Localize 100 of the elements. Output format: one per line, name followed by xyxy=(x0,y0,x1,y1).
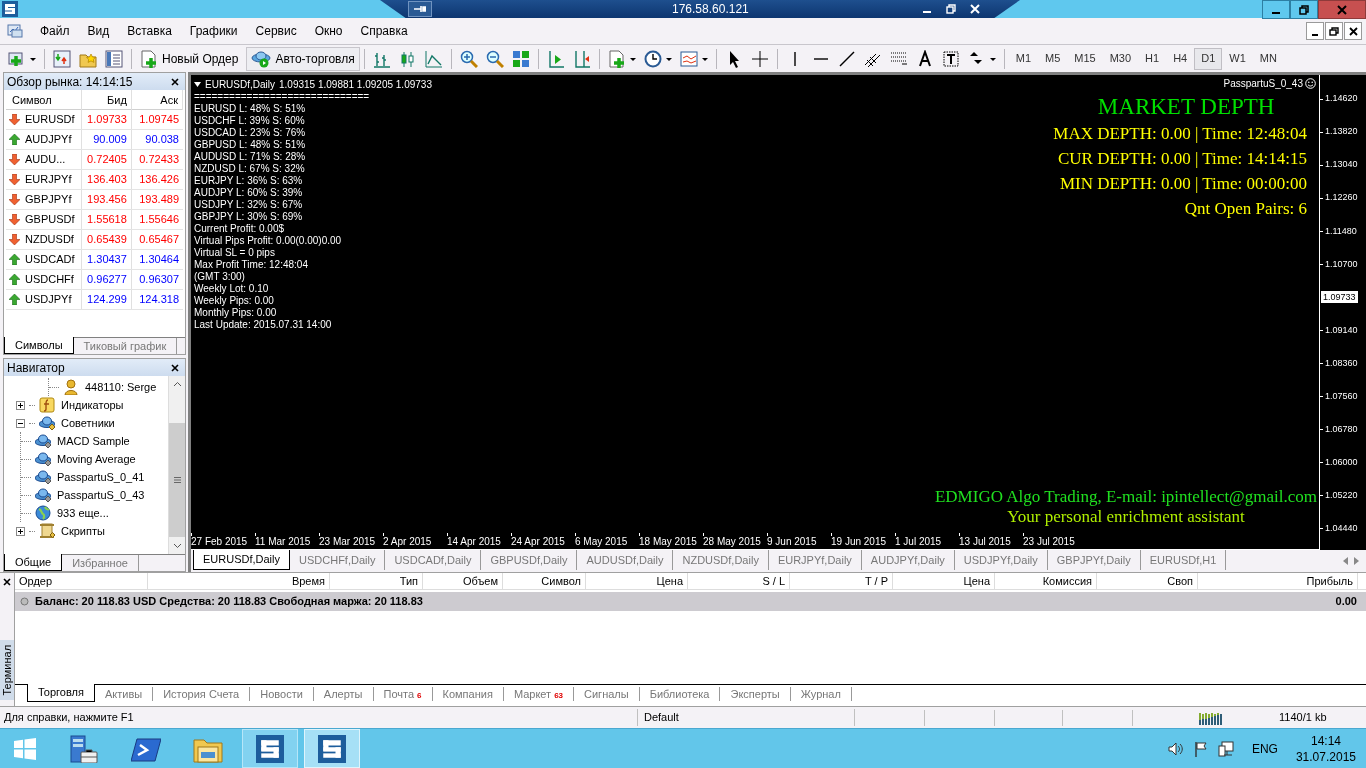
minimize-button[interactable] xyxy=(1306,22,1324,40)
auto-scroll-icon[interactable] xyxy=(546,49,565,68)
chart-tab[interactable]: AUDJPYf,Daily xyxy=(861,550,955,570)
timeframe-button[interactable]: M30 xyxy=(1102,47,1139,70)
symbol-name[interactable]: GBPUSDf xyxy=(25,211,75,228)
tree-item[interactable]: Советники xyxy=(61,414,115,432)
candlestick-icon[interactable] xyxy=(398,49,417,68)
zoom-out-icon[interactable] xyxy=(485,49,504,68)
terminal-tab[interactable]: Алерты xyxy=(313,687,374,701)
line-chart-icon[interactable] xyxy=(424,49,443,68)
crosshair-icon[interactable] xyxy=(750,49,769,68)
column-header[interactable]: Комиссия xyxy=(995,573,1097,590)
menu-item[interactable]: Вставка xyxy=(118,22,181,40)
tree-item[interactable]: PasspartuS_0_41 xyxy=(57,468,145,486)
column-header[interactable]: Прибыль xyxy=(1198,573,1358,590)
tree-item[interactable]: 933 еще... xyxy=(57,504,109,522)
column-header[interactable]: Бид xyxy=(81,90,132,110)
language-indicator[interactable]: ENG xyxy=(1251,739,1278,758)
terminal-tab[interactable]: Торговля xyxy=(27,684,95,702)
taskbar-app[interactable] xyxy=(242,729,298,768)
taskbar-app[interactable] xyxy=(304,729,360,768)
smiley-icon[interactable] xyxy=(1305,78,1316,89)
timeframe-button[interactable]: D1 xyxy=(1194,47,1223,70)
timeframe-button[interactable]: M15 xyxy=(1067,47,1103,70)
symbol-name[interactable]: USDCADf xyxy=(25,251,75,268)
flag-icon[interactable] xyxy=(1193,740,1208,757)
dropdown-icon[interactable] xyxy=(194,82,201,87)
balance-row[interactable]: Баланс: 20 118.83 USD Средства: 20 118.83 Свободная маржа: 20 118.83 0.00 xyxy=(15,592,1366,611)
navigator-icon[interactable] xyxy=(105,49,123,68)
market-watch-icon[interactable] xyxy=(53,49,71,68)
clock[interactable]: 14:14 31.07.2015 xyxy=(1295,732,1356,765)
terminal-tab[interactable]: Сигналы xyxy=(574,687,640,701)
panel-tab[interactable]: Избранное xyxy=(62,555,139,571)
menu-item[interactable]: Окно xyxy=(305,22,352,40)
column-header[interactable]: Символ xyxy=(503,573,586,590)
symbol-name[interactable]: GBPJPYf xyxy=(25,191,72,208)
column-header[interactable]: Объем xyxy=(423,573,503,590)
collapse-icon[interactable] xyxy=(16,418,25,428)
chart-tab[interactable]: GBPUSDf,Daily xyxy=(481,550,578,570)
terminal-tab[interactable]: Маркет 63 xyxy=(503,687,575,701)
menu-item[interactable]: Вид xyxy=(78,22,119,40)
symbol-name[interactable]: EURJPYf xyxy=(25,171,72,188)
fibonacci-icon[interactable] xyxy=(889,49,908,68)
restore-button[interactable] xyxy=(1290,0,1318,19)
column-header[interactable]: Время xyxy=(148,573,330,590)
column-header[interactable]: S / L xyxy=(688,573,790,590)
symbol-name[interactable]: USDCHFf xyxy=(25,271,74,288)
symbol-name[interactable]: NZDUSDf xyxy=(25,231,74,248)
expand-icon[interactable] xyxy=(16,400,25,410)
indicator-add-icon[interactable] xyxy=(607,49,636,68)
menu-item[interactable]: Сервис xyxy=(246,22,306,40)
tree-item[interactable]: MACD Sample xyxy=(57,432,130,450)
chart-window-icon[interactable] xyxy=(7,24,23,38)
terminal-tab[interactable]: Почта 6 xyxy=(373,687,433,701)
panel-tab[interactable]: Символы xyxy=(4,337,74,354)
chart-tab[interactable]: USDCHFf,Daily xyxy=(290,550,386,570)
chart-shift-icon[interactable] xyxy=(572,49,591,68)
column-header[interactable]: Аск xyxy=(131,90,183,110)
symbol-name[interactable]: AUDU... xyxy=(25,151,66,168)
symbol-name[interactable]: USDJPYf xyxy=(25,291,72,308)
terminal-tab[interactable]: История Счета xyxy=(153,687,251,701)
terminal-tab[interactable]: Журнал xyxy=(790,687,852,701)
clock-icon[interactable] xyxy=(643,49,672,68)
tree-item[interactable]: Индикаторы xyxy=(61,396,124,414)
minimize-button[interactable] xyxy=(1262,0,1290,19)
timeframe-button[interactable]: W1 xyxy=(1222,47,1253,70)
text-label-icon[interactable] xyxy=(941,49,960,68)
tree-item[interactable]: 448110: Serge xyxy=(85,378,157,396)
chart-tab[interactable]: NZDUSDf,Daily xyxy=(673,550,769,570)
column-header[interactable]: T / P xyxy=(790,573,893,590)
close-icon[interactable] xyxy=(171,77,179,86)
menu-item[interactable]: Справка xyxy=(351,22,417,40)
chart-tab[interactable]: USDCADf,Daily xyxy=(385,550,482,570)
column-header[interactable]: Символ xyxy=(6,90,82,110)
timeframe-button[interactable]: M5 xyxy=(1038,47,1068,70)
template-icon[interactable] xyxy=(679,49,708,68)
terminal-tab[interactable]: Эксперты xyxy=(720,687,791,701)
menu-item[interactable]: Графики xyxy=(180,22,247,40)
tile-windows-icon[interactable] xyxy=(511,49,530,68)
tree-item[interactable]: Скрипты xyxy=(61,522,105,540)
terminal-tab[interactable]: Компания xyxy=(432,687,504,701)
chart-tab[interactable]: USDJPYf,Daily xyxy=(954,550,1048,570)
restore-button[interactable] xyxy=(1325,22,1343,40)
timeframe-button[interactable]: H4 xyxy=(1166,47,1195,70)
scroll-left-icon[interactable] xyxy=(1342,557,1348,565)
expand-icon[interactable] xyxy=(16,526,25,536)
panel-tab[interactable]: Общие xyxy=(4,554,63,571)
new-order-button[interactable]: Новый Ордер xyxy=(136,46,243,71)
scroll-right-icon[interactable] xyxy=(1354,557,1360,565)
chart-tab[interactable]: EURJPYf,Daily xyxy=(768,550,862,570)
tree-item[interactable]: PasspartuS_0_43 xyxy=(57,486,145,504)
terminal-tab[interactable]: Активы xyxy=(94,687,154,701)
restore-icon[interactable] xyxy=(946,4,956,14)
panel-tab[interactable]: Тиковый график xyxy=(73,338,178,354)
trend-line-icon[interactable] xyxy=(837,49,856,68)
menu-item[interactable]: Файл xyxy=(31,22,79,40)
network-icon[interactable] xyxy=(1217,740,1234,757)
column-header[interactable]: Своп xyxy=(1097,573,1198,590)
speaker-icon[interactable] xyxy=(1167,741,1184,756)
scrollbar-thumb[interactable] xyxy=(169,423,185,537)
